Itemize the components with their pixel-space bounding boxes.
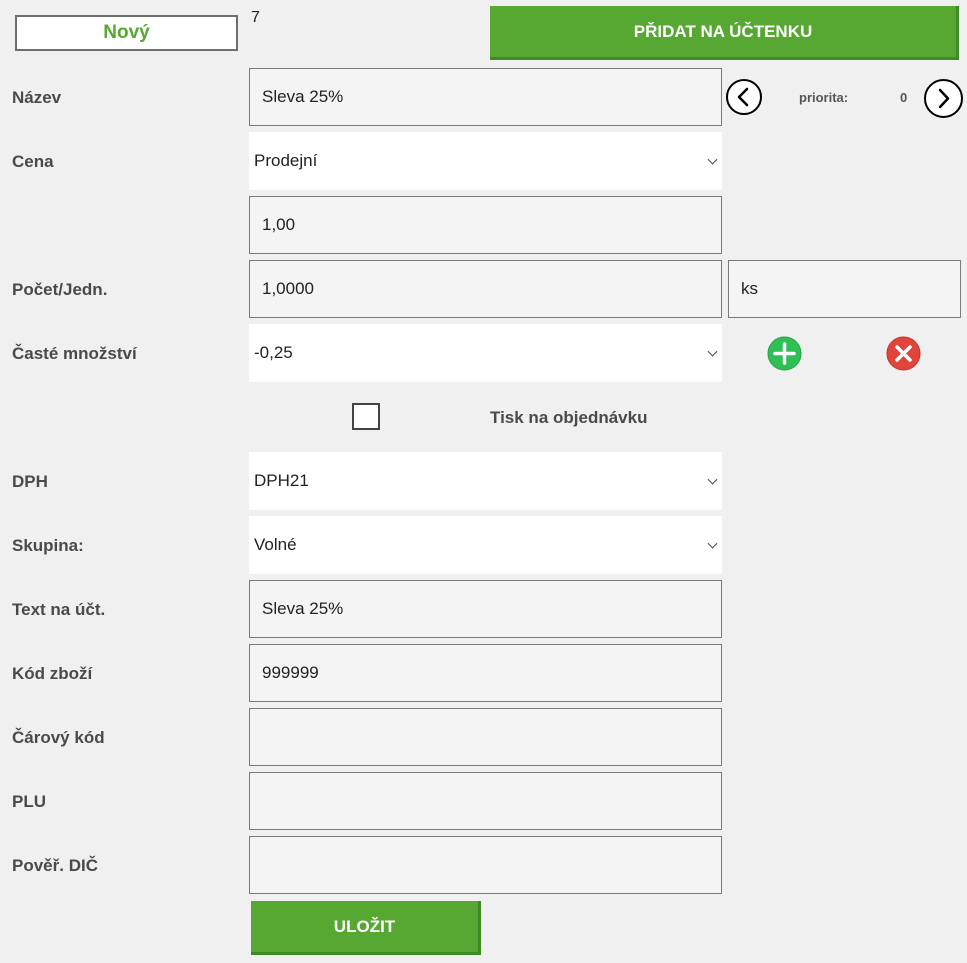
price-type-select[interactable]: Prodejní <box>249 132 722 190</box>
add-frequent-qty-button[interactable] <box>767 336 802 371</box>
price-type-selected: Prodejní <box>254 151 318 170</box>
price-label: Cena <box>12 152 54 171</box>
unit-value: ks <box>741 279 758 298</box>
add-to-receipt-label: PŘIDAT NA ÚČTENKU <box>633 21 813 41</box>
receipt-text-value: Sleva 25% <box>262 599 344 618</box>
save-button-label: ULOŽIT <box>333 916 396 936</box>
barcode-input[interactable] <box>249 708 722 766</box>
priority-increase-button[interactable] <box>924 79 963 118</box>
tax-id-input[interactable] <box>249 836 722 894</box>
frequent-qty-label: Časté množství <box>12 344 137 363</box>
product-code-label: Kód zboží <box>12 664 93 683</box>
product-code-value: 999999 <box>262 663 319 682</box>
chevron-down-icon <box>707 346 718 357</box>
name-input[interactable]: Sleva 25% <box>249 68 722 126</box>
price-value: 1,00 <box>262 215 296 234</box>
print-order-label: Tisk na objednávku <box>490 408 648 427</box>
priority-value: 0 <box>900 90 908 105</box>
chevron-down-icon <box>707 538 718 549</box>
new-button-label: Nový <box>103 22 150 43</box>
frequent-qty-select[interactable]: -0,25 <box>249 324 722 382</box>
priority-decrease-button[interactable] <box>726 79 762 115</box>
priority-label: priorita: <box>799 90 849 105</box>
tax-id-label: Pověř. DIČ <box>12 856 98 875</box>
receipt-text-input[interactable]: Sleva 25% <box>249 580 722 638</box>
vat-label: DPH <box>12 472 48 491</box>
item-count: 7 <box>251 9 260 26</box>
remove-frequent-qty-button[interactable] <box>886 336 921 371</box>
chevron-left-icon <box>737 87 749 107</box>
name-label: Název <box>12 88 62 107</box>
product-code-input[interactable]: 999999 <box>249 644 722 702</box>
new-button[interactable]: Nový <box>15 15 238 51</box>
unit-input[interactable]: ks <box>728 260 961 318</box>
close-circle-icon <box>886 336 921 371</box>
add-to-receipt-button[interactable]: PŘIDAT NA ÚČTENKU <box>490 6 959 60</box>
print-order-checkbox[interactable] <box>352 403 380 430</box>
frequent-qty-selected: -0,25 <box>254 343 293 362</box>
vat-selected: DPH21 <box>254 471 309 490</box>
chevron-down-icon <box>707 474 718 485</box>
group-label: Skupina: <box>12 536 84 555</box>
chevron-down-icon <box>707 154 718 165</box>
group-select[interactable]: Volné <box>249 516 722 574</box>
quantity-input[interactable]: 1,0000 <box>249 260 722 318</box>
barcode-label: Čárový kód <box>12 728 105 747</box>
name-value: Sleva 25% <box>262 87 344 106</box>
group-selected: Volné <box>254 535 297 554</box>
quantity-value: 1,0000 <box>262 279 314 298</box>
plus-circle-icon <box>767 336 802 371</box>
chevron-right-icon <box>938 88 950 109</box>
price-input[interactable]: 1,00 <box>249 196 722 254</box>
vat-select[interactable]: DPH21 <box>249 452 722 510</box>
receipt-text-label: Text na účt. <box>12 600 106 619</box>
quantity-label: Počet/Jedn. <box>12 280 108 299</box>
plu-input[interactable] <box>249 772 722 830</box>
save-button[interactable]: ULOŽIT <box>251 901 481 955</box>
plu-label: PLU <box>12 792 46 811</box>
